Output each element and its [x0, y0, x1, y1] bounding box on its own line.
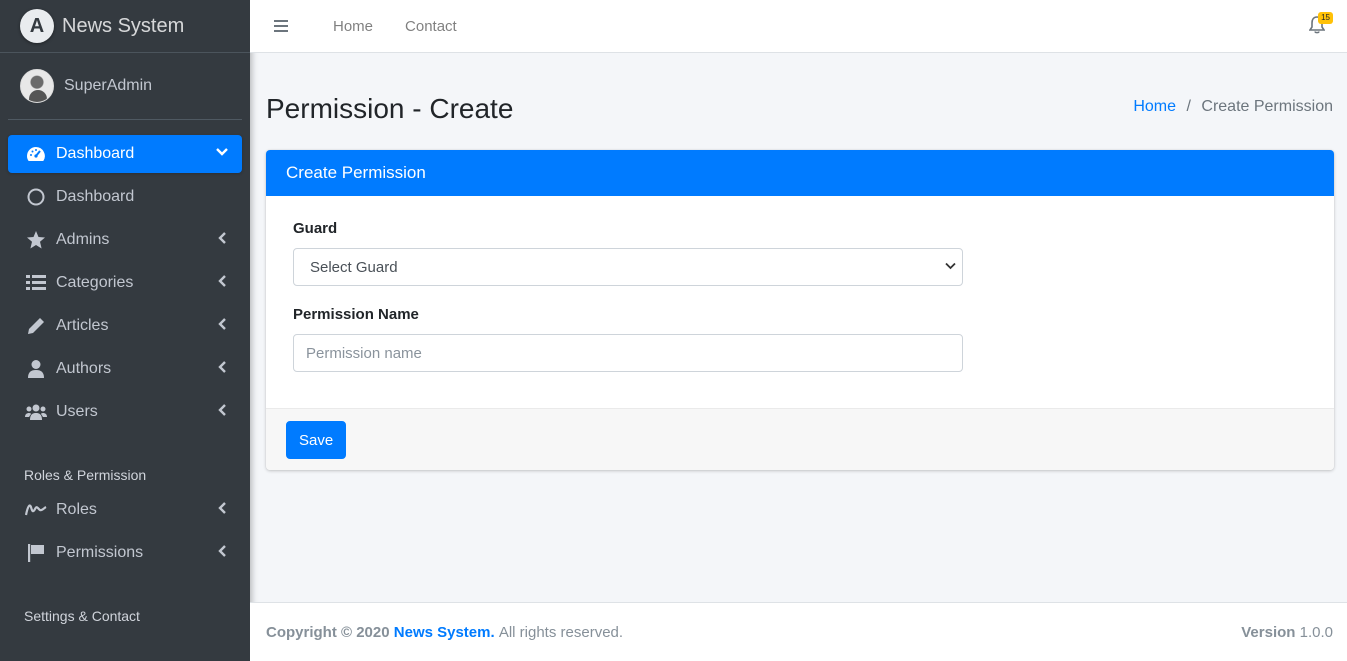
sidebar-item-label: Users [56, 403, 98, 420]
chevron-left-icon [218, 545, 228, 560]
card-title: Create Permission [266, 150, 1334, 196]
sidebar-item-roles[interactable]: Roles [8, 491, 242, 529]
sidebar-item-authors[interactable]: Authors [8, 350, 242, 388]
sidebar-item-users[interactable]: Users [8, 393, 242, 431]
pencil-icon [24, 317, 48, 335]
sidebar-nav: Dashboard Dashboard Admins Categories Ar… [0, 120, 250, 632]
user-panel[interactable]: SuperAdmin [8, 53, 242, 120]
nav-link-contact[interactable]: Contact [405, 18, 457, 35]
chevron-left-icon [218, 361, 228, 376]
flag-icon [24, 544, 48, 562]
sidebar-item-label: Dashboard [56, 188, 135, 205]
breadcrumb-current: Create Permission [1201, 98, 1333, 115]
breadcrumb-home[interactable]: Home [1133, 98, 1176, 115]
card-body: Guard Select Guard Permission Name [266, 196, 1334, 408]
users-icon [24, 404, 48, 420]
sidebar-item-label: Dashboard [56, 145, 135, 162]
star-icon [24, 231, 48, 249]
sidebar-item-label: Authors [56, 360, 112, 377]
chevron-down-icon [216, 146, 228, 160]
brand-link[interactable]: A News System [0, 0, 250, 53]
nav-link-home[interactable]: Home [333, 18, 373, 35]
sidebar-item-dashboard-menu[interactable]: Dashboard [8, 135, 242, 173]
list-icon [24, 275, 48, 291]
chevron-left-icon [218, 502, 228, 517]
sidebar-item-label: Admins [56, 231, 110, 248]
chevron-left-icon [218, 232, 228, 247]
guard-select-value: Select Guard [310, 258, 398, 276]
sidebar-item-dashboard[interactable]: Dashboard [8, 178, 242, 216]
brand-name: News System [62, 14, 185, 37]
chevron-left-icon [218, 318, 228, 333]
chevron-left-icon [218, 275, 228, 290]
footer-rights: All rights reserved. [498, 623, 624, 641]
user-name: SuperAdmin [64, 77, 153, 94]
chevron-left-icon [218, 404, 228, 419]
notification-badge: 15 [1318, 12, 1333, 24]
sidebar-item-categories[interactable]: Categories [8, 264, 242, 302]
breadcrumb-separator: / [1186, 98, 1191, 115]
card-footer: Save [266, 408, 1334, 470]
guard-select[interactable]: Select Guard [293, 248, 963, 286]
page-footer: Copyright © 2020 News System. All rights… [250, 602, 1347, 661]
sidebar-item-label: Roles [56, 501, 97, 518]
footer-version-label: Version [1241, 623, 1296, 641]
sidebar: A News System SuperAdmin Dashboard Dashb… [0, 0, 250, 661]
sidebar-section-roles: Roles & Permission [24, 467, 147, 483]
sidebar-item-label: Categories [56, 274, 134, 291]
chevron-down-icon [945, 261, 956, 273]
sidebar-item-articles[interactable]: Articles [8, 307, 242, 345]
breadcrumb: Home / Create Permission [1133, 98, 1333, 116]
tachometer-icon [24, 145, 48, 163]
signature-icon [24, 503, 48, 517]
create-permission-card: Create Permission Guard Select Guard Per… [266, 150, 1334, 470]
footer-version: Version 1.0.0 [1241, 624, 1333, 641]
permission-name-label: Permission Name [293, 306, 419, 323]
sidebar-item-label: Articles [56, 317, 109, 334]
avatar [20, 69, 54, 103]
sidebar-item-label: Permissions [56, 544, 144, 561]
sidebar-section-settings: Settings & Contact [24, 608, 140, 624]
permission-name-input[interactable] [293, 334, 963, 372]
top-navbar: Home Contact 15 [250, 0, 1347, 53]
footer-version-number: 1.0.0 [1299, 623, 1333, 641]
footer-brand-link[interactable]: News System. [394, 624, 495, 641]
footer-copyright: Copyright © 2020 [266, 623, 390, 641]
sidebar-item-admins[interactable]: Admins [8, 221, 242, 259]
brand-logo: A [20, 9, 54, 43]
notifications-button[interactable]: 15 [1308, 12, 1333, 34]
guard-label: Guard [293, 220, 338, 237]
save-button[interactable]: Save [286, 421, 347, 459]
page-title: Permission - Create [266, 93, 514, 124]
circle-icon [24, 188, 48, 206]
menu-toggle-icon[interactable] [274, 20, 288, 32]
user-icon [24, 360, 48, 378]
sidebar-item-permissions[interactable]: Permissions [8, 534, 242, 572]
